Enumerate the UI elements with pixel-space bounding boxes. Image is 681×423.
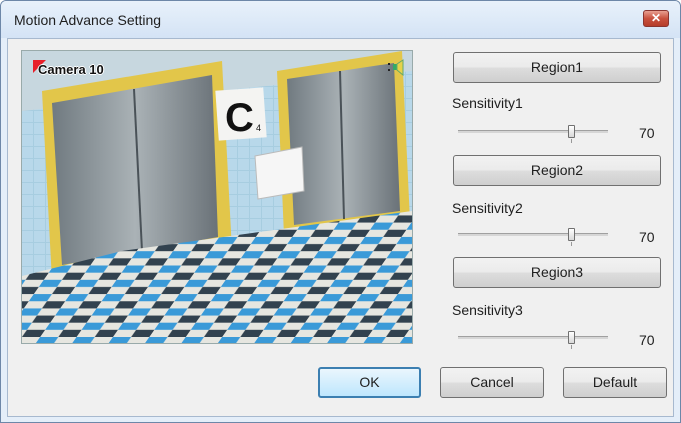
camera-label: Camera 10: [38, 62, 104, 77]
sensitivity3-thumb[interactable]: [567, 331, 575, 344]
cancel-button[interactable]: Cancel: [440, 367, 544, 398]
title-bar[interactable]: Motion Advance Setting ✕: [1, 1, 680, 38]
region3-button[interactable]: Region3: [453, 257, 661, 288]
region2-button[interactable]: Region2: [453, 155, 661, 186]
sensitivity1-value: 70: [639, 125, 655, 141]
speaker-icon: [388, 59, 404, 77]
close-button[interactable]: ✕: [643, 10, 669, 27]
region1-button[interactable]: Region1: [453, 52, 661, 83]
sensitivity1-thumb[interactable]: [567, 125, 575, 138]
sensitivity2-thumb[interactable]: [567, 228, 575, 241]
overlay-icons: [33, 59, 404, 77]
sensitivity3-label: Sensitivity3: [452, 302, 523, 318]
sensitivity1-label: Sensitivity1: [452, 95, 523, 111]
camera-preview[interactable]: C 4: [21, 50, 413, 344]
sensitivity1-track: [458, 130, 608, 133]
sensitivity2-value: 70: [639, 229, 655, 245]
ok-button[interactable]: OK: [318, 367, 421, 398]
default-button[interactable]: Default: [563, 367, 667, 398]
sensitivity3-tick: [570, 345, 572, 349]
sensitivity3-value: 70: [639, 332, 655, 348]
sensitivity1-tick: [570, 139, 572, 143]
sensitivity2-label: Sensitivity2: [452, 200, 523, 216]
sensitivity2-tick: [570, 242, 572, 246]
sensitivity3-track: [458, 336, 608, 339]
close-icon: ✕: [650, 11, 662, 25]
sensitivity2-track: [458, 233, 608, 236]
window-title: Motion Advance Setting: [14, 12, 162, 28]
